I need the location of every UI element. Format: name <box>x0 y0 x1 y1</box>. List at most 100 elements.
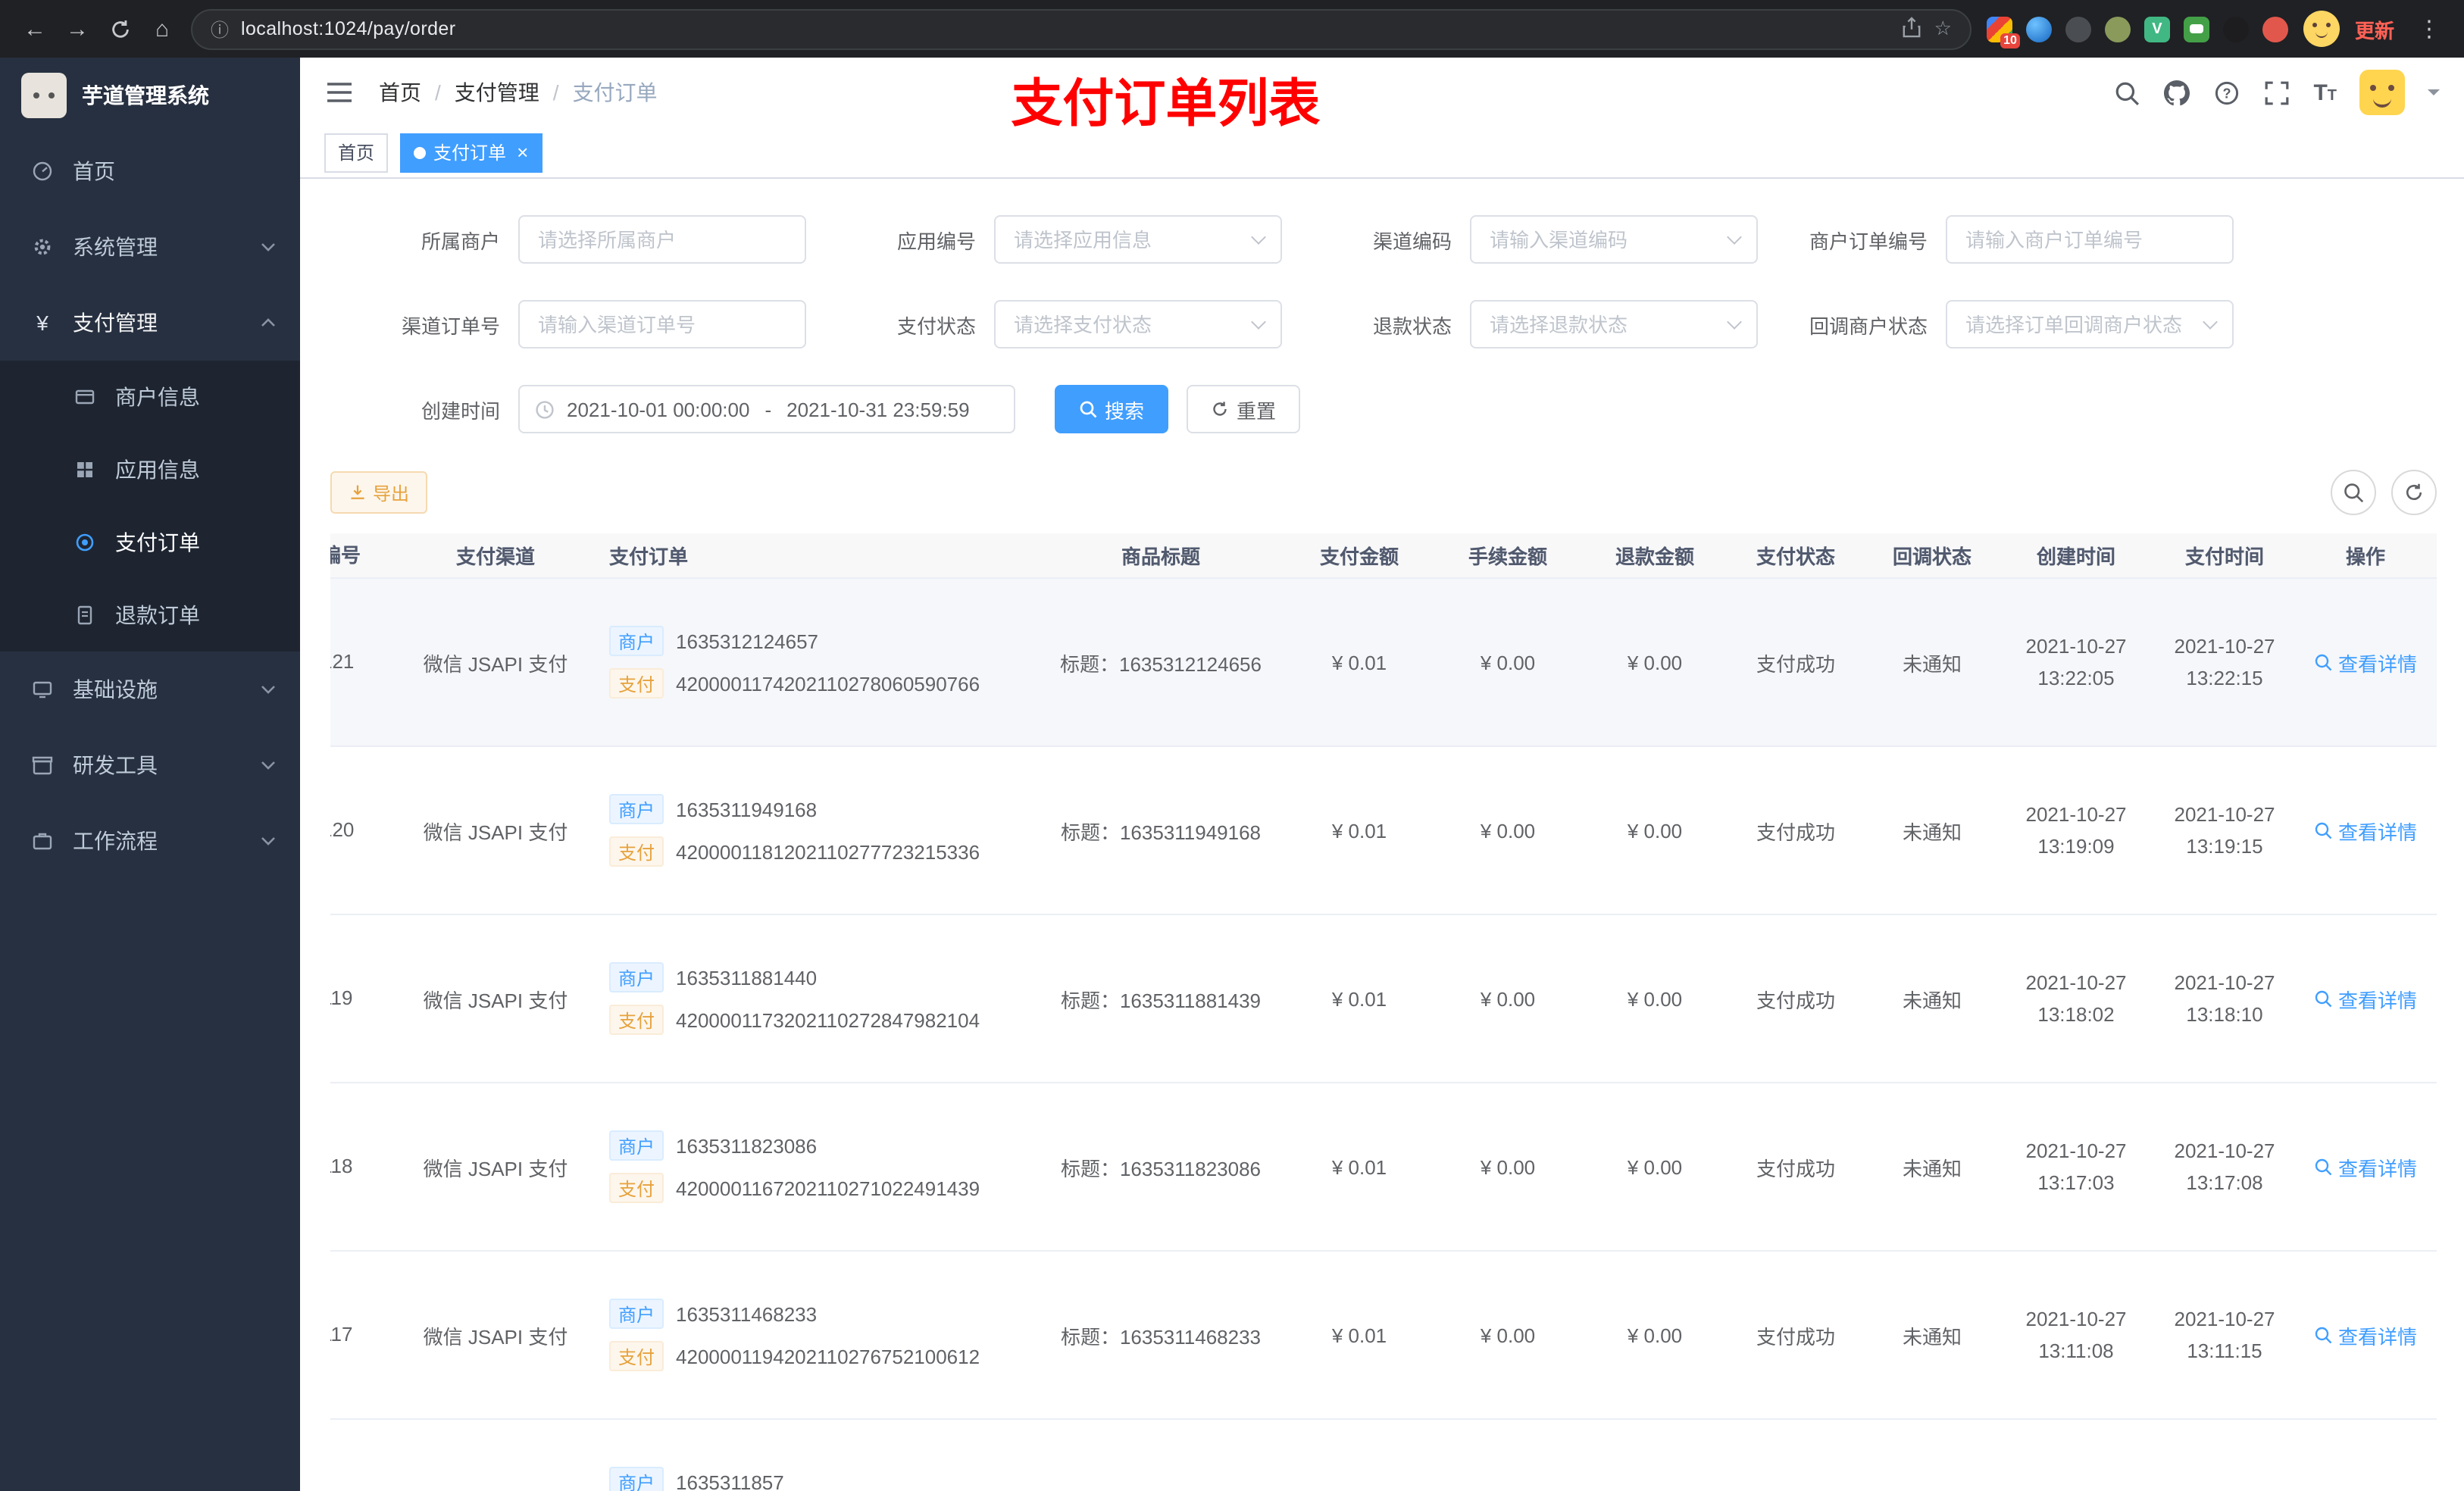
sidebar-toggle-icon[interactable] <box>324 77 355 108</box>
sidebar-item-infra[interactable]: 基础设施 <box>0 652 300 727</box>
extension-chat-icon[interactable] <box>2183 16 2209 42</box>
view-detail-link[interactable]: 查看详情 <box>2314 1321 2417 1349</box>
sidebar: 芋道管理系统 首页 系统管理 ×¥ 支付管理 <box>0 58 300 1491</box>
create-time-cell: 2021-10-27 13:22:05 <box>2000 579 2152 746</box>
browser-menu-icon[interactable]: ⋮ <box>2409 9 2449 48</box>
title-cell: 标题：1635311468233 <box>1060 1325 1262 1348</box>
github-icon[interactable] <box>2163 79 2190 106</box>
pay-time-cell: 2021-10-27 13:19:15 <box>2152 747 2297 914</box>
bookmark-star-icon[interactable]: ☆ <box>1934 17 1952 41</box>
pay-order-no: 4200001173202110272847982104 <box>676 1008 980 1031</box>
browser-address-bar[interactable]: ⓘ localhost:1024/pay/order ☆ <box>191 8 1972 49</box>
tab-close-icon[interactable]: × <box>517 141 528 164</box>
monitor-icon <box>30 679 55 700</box>
extension-vue-devtools-icon[interactable]: V <box>2143 16 2170 42</box>
filter-input-wrap <box>994 300 1282 349</box>
filter-input[interactable] <box>1946 215 2234 264</box>
font-size-icon[interactable]: TT <box>2313 80 2337 105</box>
chevron-up-icon <box>261 318 275 327</box>
table-body: 121 微信 JSAPI 支付 商户 1635312124657 支付 <box>330 579 2437 1491</box>
tab-home[interactable]: 首页 <box>324 133 389 172</box>
date-range-input[interactable]: 2021-10-01 00:00:00 - 2021-10-31 23:59:5… <box>518 385 1015 433</box>
extension-drop-icon[interactable] <box>2025 16 2052 42</box>
create-date: 2021-10-27 <box>2025 1139 2127 1162</box>
search-button[interactable]: 搜索 <box>1055 385 1169 433</box>
column-header: 支付时间 <box>2184 545 2264 568</box>
browser-forward-button[interactable]: → <box>58 9 97 48</box>
browser-back-button[interactable]: ← <box>15 9 55 48</box>
refresh-icon <box>1213 402 1227 416</box>
sidebar-item-home[interactable]: 首页 <box>0 133 300 209</box>
browser-reload-button[interactable] <box>100 9 139 48</box>
sidebar-item-workflow[interactable]: 工作流程 <box>0 803 300 879</box>
sidebar-item-refund-order[interactable]: 退款订单 <box>0 579 300 652</box>
filter-input[interactable] <box>518 215 806 264</box>
create-date: 2021-10-27 <box>2025 971 2127 994</box>
download-icon <box>351 485 364 499</box>
pay-order-no: 4200001194202110276752100612 <box>676 1345 980 1368</box>
notify-cell: 未通知 <box>1902 821 1962 843</box>
sidebar-item-payment[interactable]: ×¥ 支付管理 <box>0 285 300 361</box>
amount-cell: ¥ 0.01 <box>1331 819 1387 842</box>
notify-cell: 未通知 <box>1902 989 1962 1011</box>
sidebar-item-pay-order[interactable]: 支付订单 <box>0 506 300 579</box>
filter-input[interactable] <box>994 300 1282 349</box>
sidebar-item-app-info[interactable]: 应用信息 <box>0 433 300 506</box>
view-detail-link[interactable]: 查看详情 <box>2314 816 2417 845</box>
refresh-table-button[interactable] <box>2391 470 2437 515</box>
extension-avatar-icon[interactable] <box>2262 16 2288 42</box>
merchant-order-line: 商户 1635311857 <box>609 1467 784 1491</box>
merchant-order-no: 1635312124657 <box>676 630 819 652</box>
filter-input[interactable] <box>1946 300 2234 349</box>
share-icon[interactable] <box>1903 16 1922 42</box>
extension-olive-icon[interactable] <box>2104 16 2131 42</box>
channel-cell: 微信 JSAPI 支付 <box>423 989 568 1011</box>
question-icon[interactable]: ? <box>2213 79 2240 106</box>
status-cell: 支付成功 <box>1756 1325 1835 1348</box>
extension-grid-icon[interactable]: 10 <box>1986 16 2020 48</box>
pay-order-line: 支付 4200001167202110271022491439 <box>609 1173 980 1203</box>
share-arrow-icon <box>1903 16 1921 37</box>
filter-input-wrap <box>518 215 806 264</box>
browser-profile-avatar[interactable] <box>2303 11 2340 47</box>
breadcrumb-payment[interactable]: 支付管理 <box>455 77 539 108</box>
filter-input[interactable] <box>1470 215 1758 264</box>
view-detail-link[interactable]: 查看详情 <box>2314 1152 2417 1181</box>
filter-input-wrap <box>1946 215 2234 264</box>
title-cell: 标题：1635311881439 <box>1060 989 1262 1011</box>
sidebar-item-dev-tools[interactable]: 研发工具 <box>0 727 300 803</box>
extension-dark-icon[interactable] <box>2065 16 2091 42</box>
sidebar-item-merchant-info[interactable]: 商户信息 <box>0 361 300 433</box>
column-header: 支付状态 <box>1756 545 1835 568</box>
list-toolbar: 导出 <box>330 470 2437 515</box>
status-cell: 支付成功 <box>1756 821 1835 843</box>
pay-date: 2021-10-27 <box>2174 634 2275 658</box>
browser-home-button[interactable]: ⌂ <box>142 9 182 48</box>
column-header: 支付金额 <box>1319 545 1399 568</box>
breadcrumb-home[interactable]: 首页 <box>379 77 421 108</box>
site-info-icon[interactable]: ⓘ <box>211 16 229 42</box>
tab-pay-order[interactable]: 支付订单 × <box>400 133 543 172</box>
logo-row[interactable]: 芋道管理系统 <box>0 58 300 133</box>
search-icon[interactable] <box>2113 79 2140 106</box>
toggle-search-button[interactable] <box>2331 470 2376 515</box>
pay-order-line: 支付 4200001174202110278060590766 <box>609 668 980 699</box>
filter-input[interactable] <box>1470 300 1758 349</box>
create-time: 13:17:03 <box>2037 1171 2115 1194</box>
sidebar-item-system[interactable]: 系统管理 <box>0 209 300 285</box>
refund-cell: ¥ 0.00 <box>1627 819 1683 842</box>
filter-input[interactable] <box>994 215 1282 264</box>
action-cell: 查看详情 <box>2297 1420 2434 1491</box>
export-button[interactable]: 导出 <box>330 471 428 514</box>
fullscreen-icon[interactable] <box>2263 79 2290 106</box>
reset-button[interactable]: 重置 <box>1187 385 1301 433</box>
date-end: 2021-10-31 23:59:59 <box>786 398 970 420</box>
extension-pin-icon[interactable] <box>2222 16 2249 42</box>
view-detail-link[interactable]: 查看详情 <box>2314 984 2417 1013</box>
user-avatar[interactable] <box>2359 70 2405 115</box>
filter-input[interactable] <box>518 300 806 349</box>
chevron-down-icon[interactable] <box>2428 89 2440 102</box>
order-no-cell: 商户 1635311881440 支付 42000011732021102728… <box>594 915 1037 1082</box>
view-detail-link[interactable]: 查看详情 <box>2314 648 2417 677</box>
browser-update-button[interactable]: 更新 <box>2355 14 2394 43</box>
